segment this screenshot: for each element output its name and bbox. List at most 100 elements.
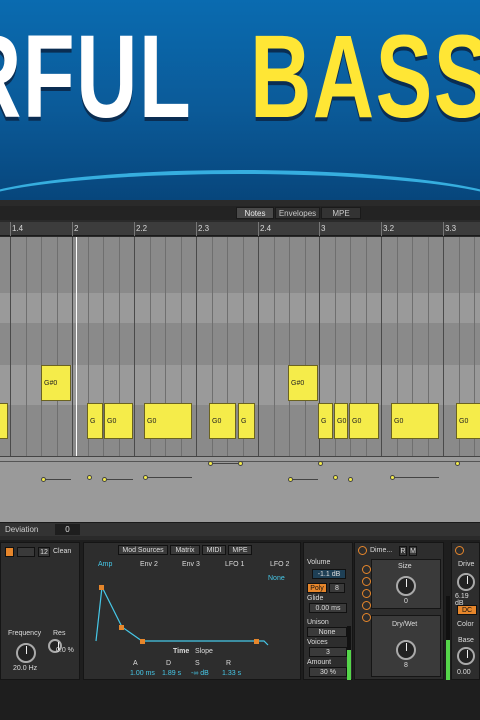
res-label: Res [53,630,66,637]
unison-label: Unison [307,619,329,626]
device-chain: 12 Clean Frequency Res 0.0 % 20.0 Hz Mod… [0,540,480,720]
midi-note[interactable]: G0 [209,403,236,439]
deviation-label: Deviation [5,525,39,534]
envelope-graph[interactable] [92,575,292,647]
midi-note[interactable]: G0 [144,403,192,439]
filter-slope-select[interactable]: 12 [38,547,50,557]
velocity-marker[interactable] [238,461,243,466]
macro-dot[interactable] [362,589,371,598]
size-label: Size [398,563,412,570]
sustain-value[interactable]: -∞ dB [191,670,209,677]
volume-label: Volume [307,559,331,566]
reverb-device: Dime... R M Size 0 Dry/Wet 8 [354,542,444,680]
tab-mpe[interactable]: MPE [321,207,361,219]
source-amp[interactable]: Amp [98,561,112,568]
velocity-marker[interactable] [348,477,353,482]
level-meter [446,596,450,680]
velocity-marker[interactable] [333,475,338,480]
amount-label: Amount [307,659,332,666]
ruler-label: 2.4 [260,224,272,233]
filter-panel: 12 Clean Frequency Res 0.0 % 20.0 Hz [0,542,80,680]
midi-note[interactable]: G#0 [41,365,71,401]
voices-field[interactable]: 3 [309,647,347,657]
macro-dot[interactable] [362,577,371,586]
midi-note[interactable]: G [87,403,103,439]
midi-note[interactable]: G [238,403,255,439]
drywet-macro: Dry/Wet 8 [371,615,441,677]
volume-field[interactable]: -1.1 dB [312,569,346,579]
macro-dot[interactable] [362,613,371,622]
device-title: Dime... [370,547,393,554]
device-m-button[interactable]: M [409,546,417,556]
decay-value[interactable]: 1.89 s [162,670,181,677]
velocity-marker[interactable] [318,461,323,466]
poly-toggle[interactable]: Poly [307,583,327,593]
ruler-label: 2.3 [198,224,210,233]
midi-note[interactable]: G0 [391,403,439,439]
tab-envelopes[interactable]: Envelopes [275,207,320,219]
velocity-marker[interactable] [455,461,460,466]
source-env2[interactable]: Env 2 [140,561,158,568]
tab-midi[interactable]: MIDI [202,545,226,555]
release-value[interactable]: 1.33 s [222,670,241,677]
midi-note[interactable]: G0 [349,403,379,439]
midi-note[interactable]: G0 [334,403,348,439]
color-label: Color [457,621,474,628]
drive-knob[interactable] [457,573,475,591]
drywet-knob[interactable] [396,640,416,660]
attack-value[interactable]: 1.00 ms [130,670,155,677]
midi-note[interactable]: G#0 [288,365,318,401]
source-lfo1[interactable]: LFO 1 [225,561,244,568]
source-env3[interactable]: Env 3 [182,561,200,568]
macro-dot[interactable] [362,601,371,610]
amount-field[interactable]: 30 % [309,667,347,677]
ruler-label: 3.3 [445,224,457,233]
glide-field[interactable]: 0.00 ms [309,603,347,613]
filter-mode-select[interactable]: Clean [53,548,71,555]
base-knob[interactable] [457,647,475,665]
velocity-lane[interactable] [0,456,480,526]
frequency-label: Frequency [8,630,42,637]
tab-notes[interactable]: Notes [236,207,274,219]
dc-button[interactable]: DC [457,605,477,615]
frequency-knob[interactable] [16,643,36,663]
level-meter [347,626,351,680]
mod-sources-panel: Mod Sources Matrix MIDI MPE Amp Env 2 En… [83,542,301,680]
source-lfo2[interactable]: LFO 2 [270,561,289,568]
device-power-icon[interactable] [358,546,367,555]
size-knob[interactable] [396,576,416,596]
banner-title-white: RFUL [0,11,193,143]
unison-select[interactable]: None [307,627,347,637]
timeline-ruler[interactable]: 1.4 2 2.2 2.3 2.4 3 3.2 3.3 [0,222,480,236]
tab-matrix[interactable]: Matrix [170,545,200,555]
filter-type-select[interactable] [17,547,35,557]
macro-dot[interactable] [362,565,371,574]
slope-label[interactable]: Slope [195,648,213,655]
midi-note[interactable]: G0 [104,403,133,439]
daw-window: Notes Envelopes MPE 1.4 2 2.2 2.3 2.4 3 … [0,200,480,720]
velocity-marker[interactable] [87,475,92,480]
tab-mod-sources[interactable]: Mod Sources [118,545,168,555]
deviation-bar: Deviation 0 [0,522,480,536]
device-power-icon[interactable] [455,546,464,555]
filter-toggle[interactable] [5,547,14,557]
base-label: Base [458,637,474,644]
frequency-value: 20.0 Hz [13,665,38,672]
deviation-field[interactable]: 0 [55,524,80,535]
midi-note[interactable] [0,403,8,439]
size-macro: Size 0 [371,559,441,609]
banner-title-yellow: BASS [250,11,480,143]
playhead[interactable] [76,237,77,465]
size-value: 0 [404,598,408,605]
tab-mpe-mod[interactable]: MPE [228,545,252,555]
ruler-label: 2 [74,224,79,233]
midi-note[interactable]: G0 [456,403,480,439]
adsr-a-label: A [133,660,138,667]
time-label[interactable]: Time [173,648,189,655]
glide-label: Glide [307,595,324,602]
midi-note[interactable]: G [318,403,333,439]
piano-roll-grid[interactable]: G#0 G#0 G G0 G0 G0 G G G0 G0 G0 G0 [0,237,480,465]
thumbnail-banner: RFUL BASS [0,0,480,200]
voices-count-select[interactable]: 8 [329,583,345,593]
device-r-button[interactable]: R [399,546,407,556]
